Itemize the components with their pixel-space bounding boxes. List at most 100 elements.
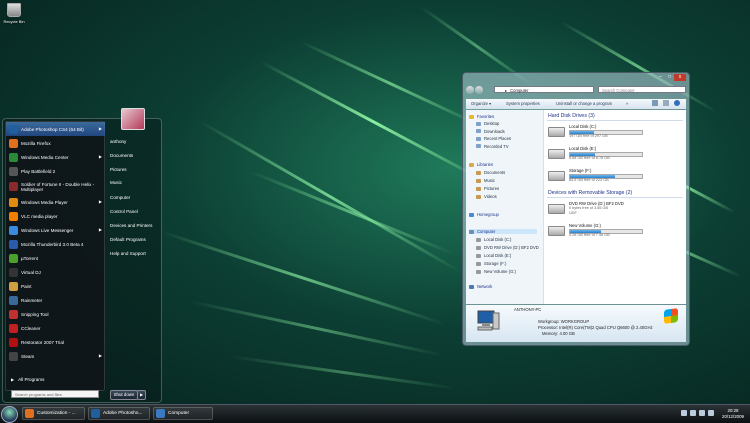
start-program-item[interactable]: Windows Media Player ▶ <box>6 195 105 209</box>
start-program-item[interactable]: VLC media player <box>6 209 105 223</box>
start-right-item-devices-and-printers[interactable]: Devices and Printers <box>110 223 152 228</box>
windows-logo-icon <box>664 308 678 324</box>
taskbar-button[interactable]: Customization - ... <box>22 407 85 420</box>
program-label: Restorator 2007 Trial <box>21 339 64 345</box>
shutdown-button[interactable]: Shut down <box>110 390 138 400</box>
search-input[interactable]: Search Computer <box>598 86 686 93</box>
program-label: Steam <box>21 353 35 359</box>
start-program-item[interactable]: µTorrent <box>6 251 105 265</box>
start-right-item-control-panel[interactable]: Control Panel <box>110 209 138 214</box>
start-program-item[interactable]: Steam ▶ <box>6 349 105 363</box>
preview-pane-icon[interactable] <box>663 100 669 106</box>
network-icon[interactable] <box>690 410 696 416</box>
trash-icon <box>7 3 21 17</box>
start-program-item[interactable]: Paint <box>6 279 105 293</box>
nav-item[interactable]: Favorites <box>469 114 494 119</box>
nav-item[interactable]: Homegroup <box>469 212 499 217</box>
program-icon <box>9 295 18 305</box>
uninstall-program-button[interactable]: Uninstall or change a program <box>556 101 612 106</box>
hard-disk-icon <box>548 171 565 181</box>
removable-drive[interactable]: DVD RW Drive (D:) BF2 DVD 0 bytes free of… <box>548 201 683 221</box>
nav-item-icon <box>476 194 481 199</box>
nav-item[interactable]: Downloads <box>476 129 505 134</box>
minimize-button[interactable]: – <box>656 74 665 81</box>
start-program-item[interactable]: Windows Media Center ▶ <box>6 150 105 164</box>
start-right-item-default-programs[interactable]: Default Programs <box>110 237 146 242</box>
volume-icon[interactable] <box>699 410 705 416</box>
start-program-item[interactable]: Virtual DJ <box>6 265 105 279</box>
drive-name: Storage (F:) <box>569 168 592 173</box>
nav-item[interactable]: Desktop <box>476 121 499 126</box>
organize-button[interactable]: Organize ▾ <box>471 101 491 106</box>
start-right-item-pictures[interactable]: Pictures <box>110 167 127 172</box>
close-button[interactable]: x <box>674 74 686 81</box>
taskbar-button[interactable]: Computer <box>153 407 213 420</box>
nav-item-label: Desktop <box>484 121 500 126</box>
start-program-item[interactable]: Snipping Tool <box>6 307 105 321</box>
start-search-input[interactable]: Search programs and files <box>11 390 99 398</box>
help-icon[interactable] <box>674 100 680 106</box>
nav-item[interactable]: Recorded TV <box>476 144 509 149</box>
nav-item[interactable]: Storage (F:) <box>476 261 506 266</box>
start-program-item[interactable]: Play Battlefield 2 <box>6 164 105 178</box>
hard-disk-drive[interactable]: Storage (F:) 84.5 GB free of 223 GB <box>548 168 683 188</box>
nav-item-icon <box>476 121 481 126</box>
maximize-button[interactable]: □ <box>665 74 674 81</box>
start-right-item-documents[interactable]: Documents <box>110 153 133 158</box>
back-icon[interactable] <box>466 86 474 94</box>
nav-item-icon <box>476 129 481 133</box>
removable-drive[interactable]: New Volume (G:) 4.28 GB free of 7.46 GB <box>548 223 683 243</box>
nav-item[interactable]: Recent Places <box>476 136 511 141</box>
start-program-item[interactable]: Restorator 2007 Trial <box>6 335 105 349</box>
hard-disk-drive[interactable]: Local Disk (E:) 5.68 GB free of 8.76 GB <box>548 146 683 166</box>
nav-item[interactable]: Local Disk (E:) <box>476 253 511 258</box>
start-right-item-music[interactable]: Music <box>110 180 122 185</box>
hard-disk-drives-header[interactable]: Hard Disk Drives (3) <box>548 113 595 119</box>
drive-name: Local Disk (C:) <box>569 124 597 129</box>
drive-name: Local Disk (E:) <box>569 146 597 151</box>
address-bar[interactable]: ▸ Computer <box>494 86 594 93</box>
flag-icon[interactable] <box>708 410 714 416</box>
dvd-drive-icon <box>548 226 565 236</box>
start-program-item[interactable]: Mozilla Thunderbird 3.0 Beta 4 <box>6 237 105 251</box>
nav-item[interactable]: Computer <box>469 229 537 234</box>
start-program-item[interactable]: Mozilla Firefox <box>6 136 105 150</box>
nav-item[interactable]: Local Disk (C:) <box>476 237 511 242</box>
dvd-drive-icon <box>548 204 565 214</box>
tray-arrow-icon[interactable] <box>681 410 687 416</box>
forward-icon[interactable] <box>475 86 483 94</box>
hard-disk-drive[interactable]: Local Disk (C:) 197 GB free of 297 GB <box>548 124 683 144</box>
shutdown-options-button[interactable]: ▶ <box>137 390 146 400</box>
nav-item[interactable]: Videos <box>476 194 497 199</box>
nav-item-icon <box>476 261 481 266</box>
all-programs-item[interactable]: ▶ All Programs <box>5 375 101 384</box>
computer-name: ANTHONY-PC <box>514 307 542 312</box>
start-program-item[interactable]: Adobe Photoshop CS4 (64 Bit) ▶ <box>6 122 105 136</box>
start-program-item[interactable]: Rainmeter <box>6 293 105 307</box>
start-right-item-help-and-support[interactable]: Help and Support <box>110 251 146 256</box>
nav-item[interactable]: Libraries <box>469 162 493 167</box>
more-commands-button[interactable]: » <box>626 101 628 106</box>
taskbar-button[interactable]: Adobe Photosho... <box>88 407 150 420</box>
nav-item[interactable]: DVD RW Drive (D:) BF2 DVD <box>476 245 539 250</box>
start-right-item-computer[interactable]: Computer <box>110 195 130 200</box>
start-program-item[interactable]: Windows Live Messenger ▶ <box>6 223 105 237</box>
program-icon <box>9 225 18 235</box>
user-avatar[interactable] <box>121 108 145 130</box>
removable-storage-header[interactable]: Devices with Removable Storage (2) <box>548 190 632 196</box>
program-label: Mozilla Thunderbird 3.0 Beta 4 <box>21 241 84 247</box>
start-program-item[interactable]: Soldier of Fortune II - Double Helix - M… <box>6 178 105 195</box>
recycle-bin-icon[interactable]: Recycle Bin <box>3 3 25 24</box>
group-divider <box>547 197 683 198</box>
view-options-icon[interactable] <box>652 100 658 106</box>
nav-item[interactable]: New Volume (G:) <box>476 269 516 274</box>
nav-item[interactable]: Network <box>469 284 492 289</box>
start-program-item[interactable]: CCleaner <box>6 321 105 335</box>
start-button[interactable] <box>1 406 18 423</box>
nav-item[interactable]: Documents <box>476 170 505 175</box>
nav-item[interactable]: Pictures <box>476 186 499 191</box>
start-right-item-anthony[interactable]: anthony <box>110 139 126 144</box>
system-properties-button[interactable]: System properties <box>506 101 540 106</box>
clock[interactable]: 20:28 20/12/2009 <box>722 408 744 419</box>
nav-item[interactable]: Music <box>476 178 495 183</box>
